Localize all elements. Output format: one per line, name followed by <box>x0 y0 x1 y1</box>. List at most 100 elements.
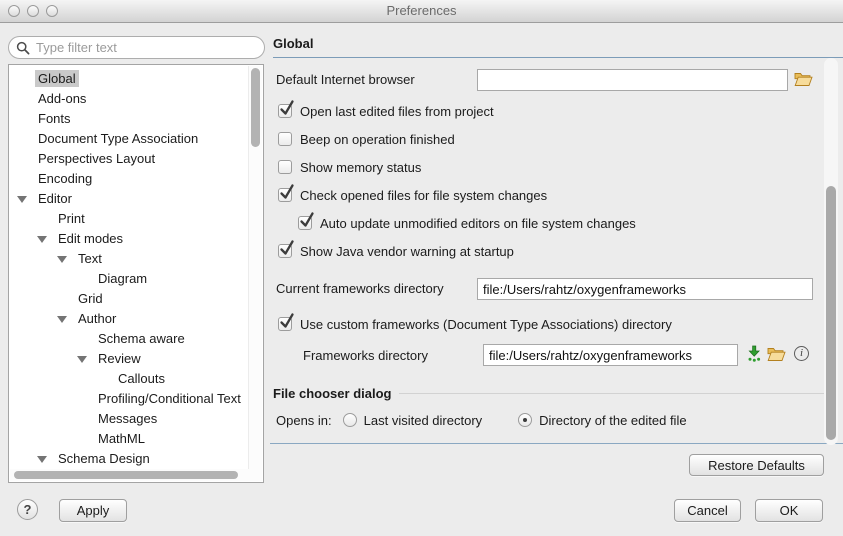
default-browser-input[interactable] <box>477 69 788 91</box>
opens-in-options: Last visited directory Directory of the e… <box>343 413 687 428</box>
checkbox-unchecked[interactable] <box>278 160 292 174</box>
tree-item-schema-design[interactable]: Schema Design <box>9 449 248 469</box>
close-window-button[interactable] <box>8 5 20 17</box>
tree-item-callouts[interactable]: Callouts <box>9 369 248 389</box>
tree-item-fonts[interactable]: Fonts <box>9 109 248 129</box>
tree-item-label: MathML <box>95 430 148 447</box>
tree-item-document-type-association[interactable]: Document Type Association <box>9 129 248 149</box>
tree-item-label: Print <box>55 210 88 227</box>
checkbox-checked[interactable] <box>278 244 292 258</box>
browse-folder-icon[interactable] <box>794 71 813 87</box>
tree-item-edit-modes[interactable]: Edit modes <box>9 229 248 249</box>
tree-item-label: Add-ons <box>35 90 89 107</box>
tree-vertical-scrollbar-thumb[interactable] <box>251 68 260 147</box>
radio-selected[interactable] <box>518 413 532 427</box>
tree-item-label: Schema aware <box>95 330 188 347</box>
current-frameworks-input[interactable] <box>477 278 813 300</box>
panel-vertical-scrollbar[interactable] <box>824 58 838 445</box>
tree-expand-icon[interactable] <box>37 456 47 463</box>
tree-item-label: Author <box>75 310 119 327</box>
checkbox-label: Use custom frameworks (Document Type Ass… <box>300 317 672 332</box>
beep-on-operation-finished-checkbox-row[interactable]: Beep on operation finished <box>278 131 823 147</box>
last-visited-directory-radio-option[interactable]: Last visited directory <box>343 413 483 428</box>
tree-item-mathml[interactable]: MathML <box>9 429 248 449</box>
tree-item-label: Perspectives Layout <box>35 150 158 167</box>
checkbox-checked[interactable] <box>278 317 292 331</box>
show-java-vendor-warning-at-startup-checkbox-row[interactable]: Show Java vendor warning at startup <box>278 243 823 259</box>
radio-unselected[interactable] <box>343 413 357 427</box>
tree-horizontal-scrollbar[interactable] <box>10 469 262 481</box>
info-icon[interactable]: i <box>794 346 809 361</box>
tree-item-messages[interactable]: Messages <box>9 409 248 429</box>
checkbox-label: Open last edited files from project <box>300 104 494 119</box>
tree-horizontal-scrollbar-thumb[interactable] <box>14 471 238 479</box>
checkbox-checked[interactable] <box>278 104 292 118</box>
tree-item-global[interactable]: Global <box>9 69 248 89</box>
file-chooser-section-heading: File chooser dialog <box>273 386 835 401</box>
tree-item-label: Edit modes <box>55 230 126 247</box>
tree-item-text[interactable]: Text <box>9 249 248 269</box>
frameworks-directory-label: Frameworks directory <box>303 348 428 364</box>
tree-item-label: Document Type Association <box>35 130 201 147</box>
default-browser-label: Default Internet browser <box>276 72 415 88</box>
cancel-button[interactable]: Cancel <box>674 499 741 522</box>
tree-item-label: Fonts <box>35 110 74 127</box>
traffic-lights <box>8 5 58 17</box>
radio-option-label: Last visited directory <box>364 413 483 428</box>
tree-item-grid[interactable]: Grid <box>9 289 248 309</box>
ok-button[interactable]: OK <box>755 499 823 522</box>
preferences-tree-list: Global Add-ons Fonts Document Type Associat… <box>9 69 248 469</box>
filter-field[interactable] <box>8 36 265 59</box>
tree-vertical-scrollbar[interactable] <box>248 66 262 469</box>
tree-expand-icon[interactable] <box>37 236 47 243</box>
help-button[interactable]: ? <box>17 499 38 520</box>
tree-item-profiling-conditional-text[interactable]: Profiling/Conditional Text <box>9 389 248 409</box>
tree-item-add-ons[interactable]: Add-ons <box>9 89 248 109</box>
tree-item-perspectives-layout[interactable]: Perspectives Layout <box>9 149 248 169</box>
directory-of-the-edited-file-radio-option[interactable]: Directory of the edited file <box>518 413 686 428</box>
use-custom-frameworks-checkbox-row[interactable]: Use custom frameworks (Document Type Ass… <box>278 316 672 332</box>
open-last-edited-files-from-project-checkbox-row[interactable]: Open last edited files from project <box>278 103 823 119</box>
minimize-window-button[interactable] <box>27 5 39 17</box>
import-icon[interactable] <box>747 345 762 362</box>
panel-title: Global <box>273 36 843 58</box>
apply-button[interactable]: Apply <box>59 499 127 522</box>
panel-vertical-scrollbar-thumb[interactable] <box>826 186 836 440</box>
zoom-window-button[interactable] <box>46 5 58 17</box>
tree-item-diagram[interactable]: Diagram <box>9 269 248 289</box>
tree-item-label: Editor <box>35 190 75 207</box>
restore-defaults-button[interactable]: Restore Defaults <box>689 454 824 476</box>
tree-expand-icon[interactable] <box>57 256 67 263</box>
checkbox-checked[interactable] <box>298 216 312 230</box>
frameworks-directory-input[interactable] <box>483 344 738 366</box>
current-frameworks-label: Current frameworks directory <box>276 281 444 297</box>
open-folder-icon[interactable] <box>767 346 786 362</box>
tree-expand-icon[interactable] <box>77 356 87 363</box>
tree-item-print[interactable]: Print <box>9 209 248 229</box>
auto-update-unmodified-editors-on-file-system-changes-checkbox-row[interactable]: Auto update unmodified editors on file s… <box>298 215 823 231</box>
tree-item-label: Schema Design <box>55 450 153 467</box>
tree-item-encoding[interactable]: Encoding <box>9 169 248 189</box>
tree-item-review[interactable]: Review <box>9 349 248 369</box>
tree-item-schema-aware[interactable]: Schema aware <box>9 329 248 349</box>
tree-item-author[interactable]: Author <box>9 309 248 329</box>
window-title: Preferences <box>0 0 843 21</box>
checkbox-checked[interactable] <box>278 188 292 202</box>
tree-expand-icon[interactable] <box>57 316 67 323</box>
file-chooser-title: File chooser dialog <box>273 386 391 401</box>
checkbox-unchecked[interactable] <box>278 132 292 146</box>
tree-item-label: Global <box>35 70 79 87</box>
checkbox-label: Beep on operation finished <box>300 132 455 147</box>
tree-item-editor[interactable]: Editor <box>9 189 248 209</box>
opens-in-label: Opens in: <box>276 413 332 428</box>
preferences-window: Preferences Global Add-ons Fonts Document T… <box>0 0 843 536</box>
checkbox-label: Check opened files for file system chang… <box>300 188 547 203</box>
tree-item-label: Callouts <box>115 370 168 387</box>
global-checkbox-group: Open last edited files from project Beep … <box>278 103 823 271</box>
filter-input[interactable] <box>34 39 258 56</box>
opens-in-row: Opens in: Last visited directory Director… <box>276 412 687 428</box>
tree-item-label: Grid <box>75 290 106 307</box>
tree-expand-icon[interactable] <box>17 196 27 203</box>
show-memory-status-checkbox-row[interactable]: Show memory status <box>278 159 823 175</box>
check-opened-files-for-file-system-changes-checkbox-row[interactable]: Check opened files for file system chang… <box>278 187 823 203</box>
